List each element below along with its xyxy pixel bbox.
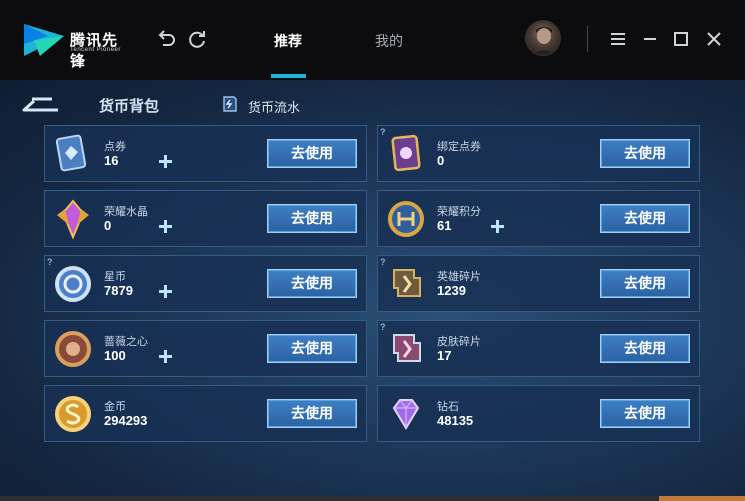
currency-value: 1239 (437, 283, 466, 298)
title-bar: 腾讯先锋 Tencent Pioneer 推荐 我的 (0, 0, 745, 80)
plus-icon[interactable] (157, 348, 174, 365)
currency-value: 294293 (104, 413, 148, 428)
currency-name: 英雄碎片 (437, 271, 481, 283)
currency-card-gold-coin: 金币 294293 去使用 (44, 385, 367, 442)
avatar[interactable] (525, 20, 561, 56)
use-button[interactable]: 去使用 (267, 269, 357, 298)
plus-icon[interactable] (157, 283, 174, 300)
active-tab-indicator (271, 74, 306, 78)
currency-value: 17 (437, 348, 452, 363)
currency-value: 7879 (104, 283, 133, 298)
currency-name: 金币 (104, 401, 126, 413)
currency-card-rose-heart: 蔷薇之心 100 去使用 (44, 320, 367, 377)
plus-icon[interactable] (489, 218, 506, 235)
currency-value: 48135 (437, 413, 474, 428)
currency-card-star-coin: ? 星币 7879 去使用 (44, 255, 367, 312)
star-coin-icon (55, 266, 91, 302)
currency-flow-label: 货币流水 (248, 100, 301, 115)
currency-value: 61 (437, 218, 452, 233)
titlebar-divider (587, 26, 588, 52)
plus-icon[interactable] (157, 218, 174, 235)
tab-recommend[interactable]: 推荐 (274, 31, 302, 51)
logo-mark-icon (24, 24, 64, 56)
use-button[interactable]: 去使用 (267, 204, 357, 233)
currency-name: 星币 (104, 271, 126, 283)
gold-coin-icon (55, 396, 91, 432)
refresh-icon[interactable] (186, 28, 208, 50)
currency-name: 绑定点券 (437, 141, 481, 153)
currency-name: 钻石 (437, 401, 459, 413)
crystal-icon (57, 199, 89, 240)
currency-name: 皮肤碎片 (437, 336, 481, 348)
currency-card-hero-fragment: ? 英雄碎片 1239 去使用 (377, 255, 700, 312)
currency-value: 16 (104, 153, 119, 168)
use-button[interactable]: 去使用 (267, 399, 357, 428)
menu-icon[interactable] (607, 28, 629, 50)
currency-name: 点券 (104, 141, 126, 153)
currency-card-honor-points: 荣耀积分 61 去使用 (377, 190, 700, 247)
use-button[interactable]: 去使用 (267, 139, 357, 168)
coupon-card-icon (55, 134, 87, 172)
currency-name: 荣耀积分 (437, 206, 481, 218)
tab-mine[interactable]: 我的 (375, 31, 403, 51)
bound-coupon-card-icon (391, 134, 421, 172)
use-button[interactable]: 去使用 (267, 334, 357, 363)
currency-name: 荣耀水晶 (104, 206, 148, 218)
bottom-accent (659, 496, 745, 501)
back-arrow-icon[interactable] (18, 93, 60, 115)
currency-value: 100 (104, 348, 126, 363)
use-button[interactable]: 去使用 (600, 269, 690, 298)
diamond-icon (392, 399, 420, 430)
undo-icon[interactable] (155, 28, 177, 50)
currency-card-coupon: 点券 16 去使用 (44, 125, 367, 182)
honor-points-icon (388, 201, 424, 237)
use-button[interactable]: 去使用 (600, 399, 690, 428)
plus-icon[interactable] (157, 153, 174, 170)
currency-value: 0 (437, 153, 445, 168)
currency-card-diamond: 钻石 48135 去使用 (377, 385, 700, 442)
skin-fragment-icon (393, 334, 421, 362)
minimize-icon[interactable] (639, 28, 661, 50)
currency-card-bound-coupon: ? 绑定点券 0 去使用 (377, 125, 700, 182)
currency-name: 蔷薇之心 (104, 336, 148, 348)
rose-heart-icon (55, 331, 91, 367)
currency-card-crystal: 荣耀水晶 0 去使用 (44, 190, 367, 247)
avatar-portrait-icon (533, 27, 555, 55)
use-button[interactable]: 去使用 (600, 139, 690, 168)
logo-subtitle: Tencent Pioneer (70, 47, 121, 53)
currency-value: 0 (104, 218, 112, 233)
app-logo[interactable]: 腾讯先锋 Tencent Pioneer (22, 20, 132, 70)
use-button[interactable]: 去使用 (600, 334, 690, 363)
use-button[interactable]: 去使用 (600, 204, 690, 233)
ledger-icon (223, 96, 237, 112)
page-title: 货币背包 (99, 98, 160, 115)
maximize-icon[interactable] (670, 28, 692, 50)
currency-card-skin-fragment: ? 皮肤碎片 17 去使用 (377, 320, 700, 377)
bottom-bar (0, 496, 745, 501)
hero-fragment-icon (393, 269, 421, 297)
close-icon[interactable] (703, 28, 725, 50)
